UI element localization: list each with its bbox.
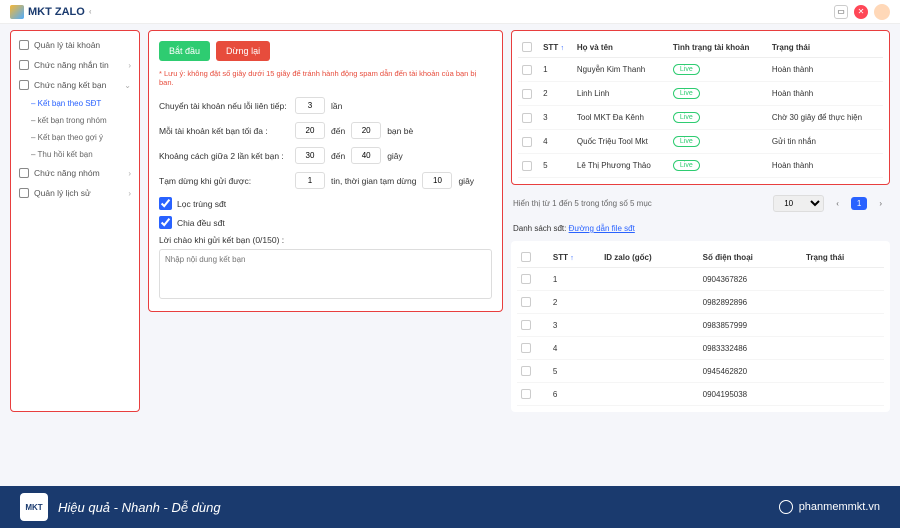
sub-friend-recall[interactable]: – Thu hồi kết bạn: [11, 146, 139, 163]
brand-text: MKT ZALO: [28, 6, 85, 18]
split-phone-checkbox[interactable]: [159, 216, 172, 229]
accounts-table: STT ↑ Họ và tên Tình trạng tài khoản Trạ…: [518, 37, 883, 178]
start-button[interactable]: Bắt đầu: [159, 41, 210, 61]
select-all-phones-checkbox[interactable]: [521, 252, 531, 262]
max-friends-label: Mỗi tài khoản kết bạn tối đa :: [159, 126, 289, 136]
row-checkbox[interactable]: [521, 366, 531, 376]
friends-icon: [19, 80, 29, 90]
switch-account-label: Chuyển tài khoản nếu lỗi liên tiếp:: [159, 101, 289, 111]
chevron-down-icon: ⌄: [124, 81, 131, 90]
nav-messaging[interactable]: Chức năng nhắn tin›: [11, 55, 139, 75]
table-row[interactable]: 5Lê Thị Phương ThảoLiveHoàn thành: [518, 154, 883, 178]
interval-min-input[interactable]: [295, 147, 325, 164]
switch-account-input[interactable]: [295, 97, 325, 114]
avatar[interactable]: [874, 4, 890, 20]
topbar-right: ▭ ✕: [834, 4, 890, 20]
row-checkbox[interactable]: [522, 65, 532, 75]
sort-icon[interactable]: ↑: [570, 255, 574, 262]
max-friends-max-input[interactable]: [351, 122, 381, 139]
row-checkbox[interactable]: [521, 343, 531, 353]
footer-slogan: Hiệu quả - Nhanh - Dễ dùng: [58, 500, 221, 515]
chevron-right-icon: ›: [128, 61, 131, 70]
row-checkbox[interactable]: [521, 389, 531, 399]
row-checkbox[interactable]: [522, 89, 532, 99]
row-checkbox[interactable]: [521, 320, 531, 330]
topbar: MKT ZALO ‹ ▭ ✕: [0, 0, 900, 24]
table-row[interactable]: 40983332486: [517, 337, 884, 360]
pause-count-input[interactable]: [295, 172, 325, 189]
groups-icon: [19, 168, 29, 178]
message-icon: [19, 60, 29, 70]
table-row[interactable]: 20982892896: [517, 291, 884, 314]
table-row[interactable]: 2Linh LinhLiveHoàn thành: [518, 82, 883, 106]
row-checkbox[interactable]: [522, 137, 532, 147]
footer-site: phanmemmkt.vn: [799, 501, 880, 513]
brand-logo: MKT ZALO ‹: [10, 5, 92, 19]
phone-file-row: Danh sách sđt: Đường dẫn file sđt: [511, 222, 890, 235]
sub-friend-phone[interactable]: – Kết bạn theo SĐT: [11, 95, 139, 112]
prev-page-button[interactable]: ‹: [830, 197, 845, 210]
greeting-label: Lời chào khi gửi kết bạn (0/150) :: [159, 235, 492, 245]
page-1-button[interactable]: 1: [851, 197, 867, 210]
status-badge: Live: [673, 64, 700, 75]
globe-icon: [779, 500, 793, 514]
warning-text: * Lưu ý: không đặt số giây dưới 15 giây …: [159, 69, 492, 87]
status-badge: Live: [673, 136, 700, 147]
row-checkbox[interactable]: [522, 113, 532, 123]
footer: MKT Hiệu quả - Nhanh - Dễ dùng phanmemmk…: [0, 486, 900, 528]
chevron-right-icon: ›: [128, 169, 131, 178]
monitor-icon[interactable]: ▭: [834, 5, 848, 19]
close-icon[interactable]: ✕: [854, 5, 868, 19]
phone-file-link[interactable]: Đường dẫn file sđt: [569, 224, 635, 233]
table-row[interactable]: 60904195038: [517, 383, 884, 406]
select-all-checkbox[interactable]: [522, 42, 532, 52]
page-size-select[interactable]: 10: [773, 195, 824, 212]
chevron-right-icon: ›: [128, 189, 131, 198]
table-row[interactable]: 30983857999: [517, 314, 884, 337]
collapse-icon[interactable]: ‹: [89, 7, 92, 16]
pagination-info: Hiển thị từ 1 đến 5 trong tổng số 5 mục: [513, 199, 652, 208]
sub-friend-suggest[interactable]: – Kết bạn theo gợi ý: [11, 129, 139, 146]
footer-logo-icon: MKT: [20, 493, 48, 521]
row-checkbox[interactable]: [521, 274, 531, 284]
logo-icon: [10, 5, 24, 19]
pause-duration-input[interactable]: [422, 172, 452, 189]
status-badge: Live: [673, 88, 700, 99]
sub-friend-group[interactable]: – kết bạn trong nhóm: [11, 112, 139, 129]
table-row[interactable]: 1Nguyễn Kim ThanhLiveHoàn thành: [518, 58, 883, 82]
config-panel: Bắt đầu Dừng lại * Lưu ý: không đặt số g…: [148, 30, 503, 312]
row-checkbox[interactable]: [521, 297, 531, 307]
max-friends-min-input[interactable]: [295, 122, 325, 139]
table-row[interactable]: 10904367826: [517, 268, 884, 291]
phones-table-panel: STT ↑ ID zalo (gốc) Số điện thoại Trạng …: [511, 241, 890, 412]
filter-dup-checkbox[interactable]: [159, 197, 172, 210]
nav-history[interactable]: Quản lý lịch sử›: [11, 183, 139, 203]
sidebar: Quản lý tài khoản Chức năng nhắn tin› Ch…: [10, 30, 140, 412]
table-row[interactable]: 50945462820: [517, 360, 884, 383]
interval-label: Khoảng cách giữa 2 lần kết bạn :: [159, 151, 289, 161]
table-row[interactable]: 3Tool MKT Đa KênhLiveChờ 30 giây để thực…: [518, 106, 883, 130]
nav-groups[interactable]: Chức năng nhóm›: [11, 163, 139, 183]
sort-icon[interactable]: ↑: [560, 45, 564, 52]
nav-friends[interactable]: Chức năng kết bạn⌄: [11, 75, 139, 95]
next-page-button[interactable]: ›: [873, 197, 888, 210]
row-checkbox[interactable]: [522, 161, 532, 171]
table-row[interactable]: 4Quốc Triệu Tool MktLiveGửi tin nhắn: [518, 130, 883, 154]
accounts-icon: [19, 40, 29, 50]
greeting-textarea[interactable]: [159, 249, 492, 299]
pagination: Hiển thị từ 1 đến 5 trong tổng số 5 mục …: [511, 191, 890, 216]
history-icon: [19, 188, 29, 198]
stop-button[interactable]: Dừng lại: [216, 41, 270, 61]
interval-max-input[interactable]: [351, 147, 381, 164]
status-badge: Live: [673, 112, 700, 123]
phones-table: STT ↑ ID zalo (gốc) Số điện thoại Trạng …: [517, 247, 884, 406]
status-badge: Live: [673, 160, 700, 171]
nav-accounts[interactable]: Quản lý tài khoản: [11, 35, 139, 55]
accounts-table-panel: STT ↑ Họ và tên Tình trạng tài khoản Trạ…: [511, 30, 890, 185]
pause-label: Tạm dừng khi gửi được:: [159, 176, 289, 186]
